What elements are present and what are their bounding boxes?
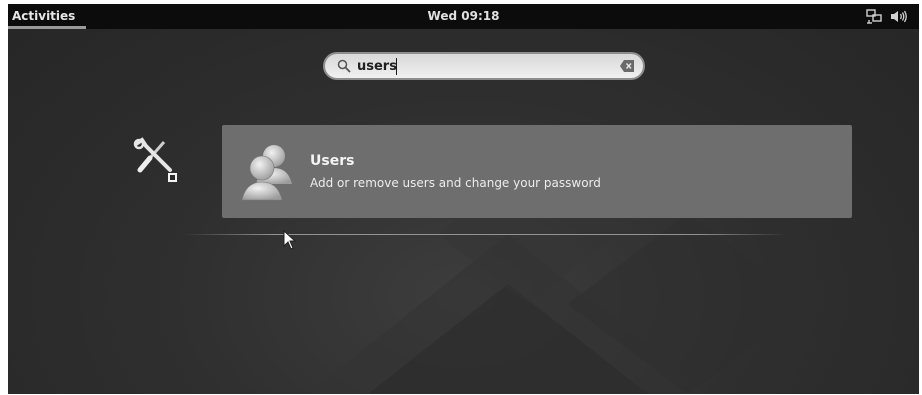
activities-overview: Activities Wed 09:18 users Users Add or … [8, 4, 919, 394]
volume-icon[interactable] [890, 10, 908, 23]
text-cursor [396, 58, 397, 75]
clock[interactable]: Wed 09:18 [8, 9, 919, 23]
users-icon [241, 145, 292, 201]
clear-icon[interactable] [620, 60, 634, 72]
result-description: Add or remove users and change your pass… [310, 176, 601, 190]
results-separator [184, 234, 788, 235]
search-entry[interactable] [323, 52, 645, 80]
result-title: Users [310, 153, 355, 169]
settings-tools-icon[interactable] [130, 136, 178, 184]
search-input[interactable] [357, 57, 597, 75]
top-bar: Activities Wed 09:18 [8, 4, 919, 29]
search-result-users[interactable]: Users Add or remove users and change you… [222, 125, 852, 218]
search-icon [337, 59, 351, 73]
mouse-pointer-icon [283, 230, 297, 250]
activities-indicator [8, 26, 86, 29]
network-icon[interactable] [866, 9, 882, 24]
